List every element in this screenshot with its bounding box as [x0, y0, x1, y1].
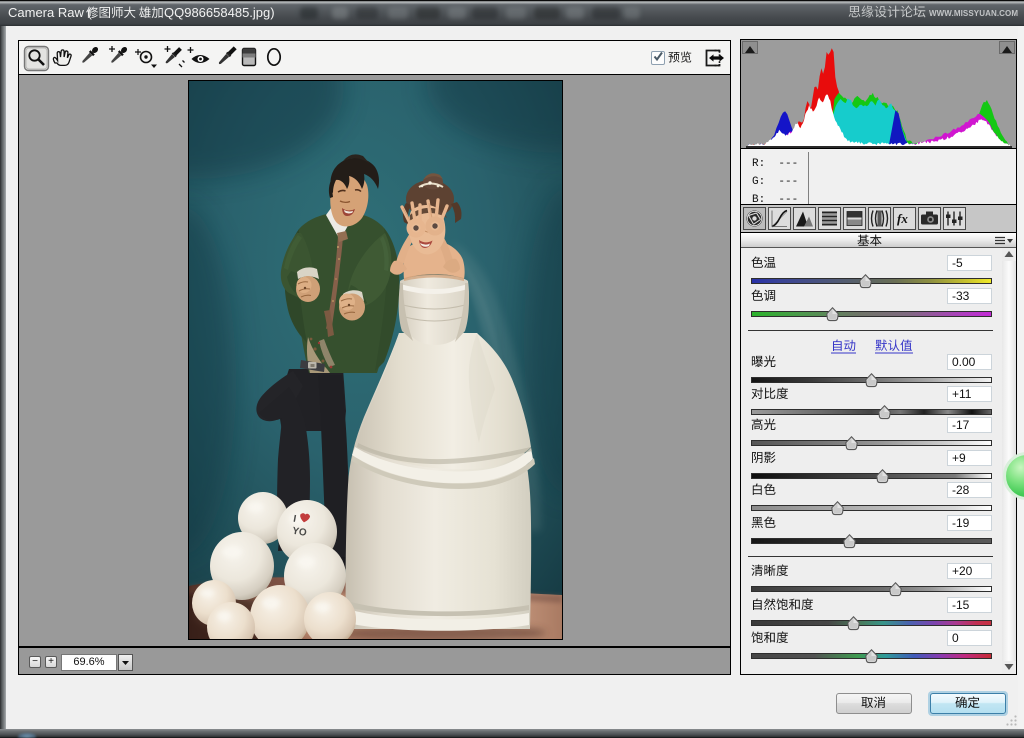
svg-text:fx: fx [897, 211, 908, 226]
